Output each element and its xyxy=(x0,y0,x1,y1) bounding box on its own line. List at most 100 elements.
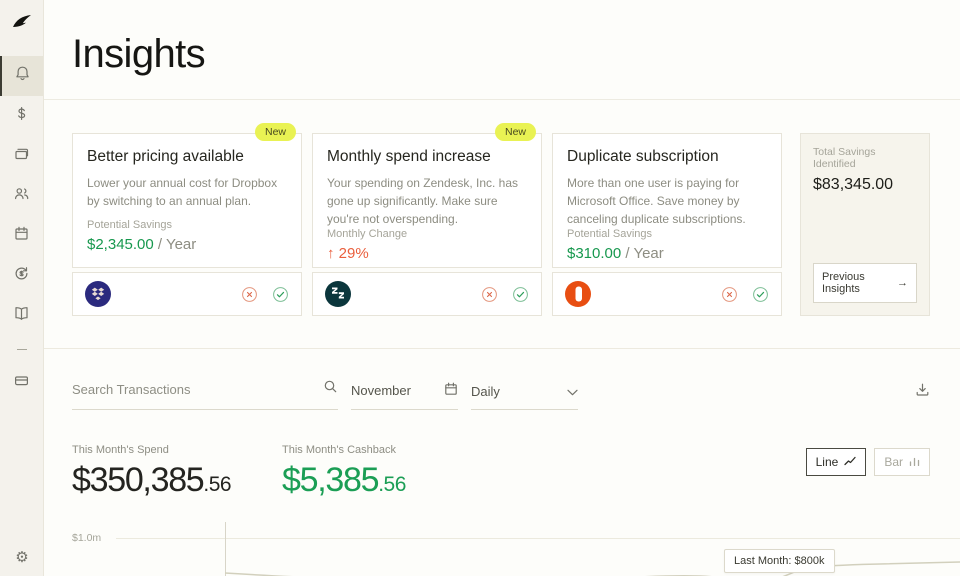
line-chart-button[interactable]: Line xyxy=(806,448,867,476)
sidebar-item-expenses[interactable] xyxy=(0,136,43,176)
spend-value: $350,385.56 xyxy=(72,461,282,500)
zendesk-logo-icon xyxy=(325,281,351,307)
insight-actions xyxy=(481,286,529,303)
calendar-icon xyxy=(444,382,458,399)
insight-cards-row: New Better pricing available Lower your … xyxy=(44,100,960,316)
metric-label: Monthly Change xyxy=(327,228,527,240)
sidebar-footer: ⚙ xyxy=(0,548,44,566)
new-badge: New xyxy=(255,123,296,141)
bar-chart-icon xyxy=(909,455,920,469)
insight-description: Your spending on Zendesk, Inc. has gone … xyxy=(327,174,527,228)
insight-actions xyxy=(241,286,289,303)
dismiss-insight-icon[interactable] xyxy=(721,286,738,303)
ramp-logo-icon[interactable] xyxy=(12,12,32,32)
cashback-whole: $5,385 xyxy=(282,461,378,499)
cashback-label: This Month's Cashback xyxy=(282,444,492,456)
cashback-cents: .56 xyxy=(378,473,406,496)
dismiss-insight-icon[interactable] xyxy=(481,286,498,303)
spend-chart: $1.0m $750k Last Month: $800k xyxy=(44,520,960,576)
insight-card-body: Monthly spend increase Your spending on … xyxy=(312,133,542,268)
insight-title: Duplicate subscription xyxy=(567,148,767,166)
spend-stat: This Month's Spend $350,385.56 xyxy=(72,444,282,500)
chevron-down-icon xyxy=(567,384,578,399)
sidebar-divider xyxy=(17,349,27,350)
accept-insight-icon[interactable] xyxy=(752,286,769,303)
insight-card-footer xyxy=(552,272,782,316)
insight-card-footer xyxy=(312,272,542,316)
insight-card-duplicate-subscription: Duplicate subscription More than one use… xyxy=(552,133,782,316)
microsoft-office-logo-icon xyxy=(565,281,591,307)
spend-cents: .56 xyxy=(203,473,231,496)
metric-label: Potential Savings xyxy=(87,219,287,231)
spend-whole: $350,385 xyxy=(72,461,203,499)
insight-card-body: Better pricing available Lower your annu… xyxy=(72,133,302,268)
page-title: Insights xyxy=(72,32,960,77)
arrow-right-icon: → xyxy=(897,277,908,289)
month-select[interactable]: November xyxy=(351,382,458,410)
insight-actions xyxy=(721,286,769,303)
calendar-icon xyxy=(13,225,30,247)
main-content: Insights New Better pricing available Lo… xyxy=(44,0,960,576)
transactions-filters: November Daily xyxy=(44,349,960,410)
accept-insight-icon[interactable] xyxy=(512,286,529,303)
new-badge: New xyxy=(495,123,536,141)
sidebar-item-cards[interactable] xyxy=(0,363,43,403)
total-savings-panel: Total Savings Identified $83,345.00 Prev… xyxy=(800,133,930,316)
book-icon xyxy=(13,305,30,327)
page-header: Insights xyxy=(44,0,960,100)
insight-description: Lower your annual cost for Dropbox by sw… xyxy=(87,174,287,210)
insight-card-body: Duplicate subscription More than one use… xyxy=(552,133,782,268)
metric-value: $310.00 xyxy=(567,245,621,262)
bar-chart-button[interactable]: Bar xyxy=(874,448,930,476)
metric-row: ↑ 29% xyxy=(327,245,527,262)
search-icon xyxy=(323,379,338,399)
spend-label: This Month's Spend xyxy=(72,444,282,456)
previous-insights-label: Previous Insights xyxy=(822,271,897,295)
history-dollar-icon xyxy=(13,265,30,287)
dropbox-logo-icon xyxy=(85,281,111,307)
chart-type-toggle: Line Bar xyxy=(806,448,930,476)
card-icon xyxy=(13,372,30,394)
sidebar-item-people[interactable] xyxy=(0,176,43,216)
metric-row: $310.00 / Year xyxy=(567,245,767,262)
download-button[interactable] xyxy=(915,382,930,410)
total-savings-value: $83,345.00 xyxy=(813,176,917,194)
metric-value: $2,345.00 xyxy=(87,236,154,253)
insight-card-spend-increase: New Monthly spend increase Your spending… xyxy=(312,133,542,316)
metric-suffix: / Year xyxy=(621,245,664,262)
insight-card-footer xyxy=(72,272,302,316)
monthly-stats: This Month's Spend $350,385.56 This Mont… xyxy=(44,410,960,500)
people-icon xyxy=(13,185,30,207)
frequency-value: Daily xyxy=(471,384,500,399)
metric-value: ↑ 29% xyxy=(327,245,369,262)
insight-title: Monthly spend increase xyxy=(327,148,527,166)
stacked-cards-icon xyxy=(13,145,30,167)
download-icon xyxy=(915,382,930,402)
bar-toggle-label: Bar xyxy=(884,455,903,469)
metric-row: $2,345.00 / Year xyxy=(87,236,287,253)
sidebar: ⚙ xyxy=(0,0,44,576)
bell-icon xyxy=(14,65,31,87)
settings-gear-icon[interactable]: ⚙ xyxy=(15,548,28,566)
insights-dashboard: ⚙ Insights New Better pricing available … xyxy=(0,0,960,576)
line-chart-icon xyxy=(844,455,856,469)
search-transactions-field[interactable] xyxy=(72,379,338,410)
previous-insights-button[interactable]: Previous Insights → xyxy=(813,263,917,303)
frequency-select[interactable]: Daily xyxy=(471,384,578,410)
dismiss-insight-icon[interactable] xyxy=(241,286,258,303)
search-input[interactable] xyxy=(72,382,323,397)
sidebar-item-reimbursements[interactable] xyxy=(0,256,43,296)
accept-insight-icon[interactable] xyxy=(272,286,289,303)
insight-title: Better pricing available xyxy=(87,148,287,166)
metric-label: Potential Savings xyxy=(567,228,767,240)
metric-suffix: / Year xyxy=(154,236,197,253)
last-month-tooltip: Last Month: $800k xyxy=(724,549,835,573)
sidebar-item-accounting[interactable] xyxy=(0,296,43,336)
sidebar-item-billing[interactable] xyxy=(0,96,43,136)
insight-card-better-pricing: New Better pricing available Lower your … xyxy=(72,133,302,316)
sidebar-item-notifications[interactable] xyxy=(0,56,43,96)
sidebar-item-schedule[interactable] xyxy=(0,216,43,256)
total-savings-label: Total Savings Identified xyxy=(813,146,917,170)
line-toggle-label: Line xyxy=(816,455,839,469)
dollar-icon xyxy=(13,105,30,127)
